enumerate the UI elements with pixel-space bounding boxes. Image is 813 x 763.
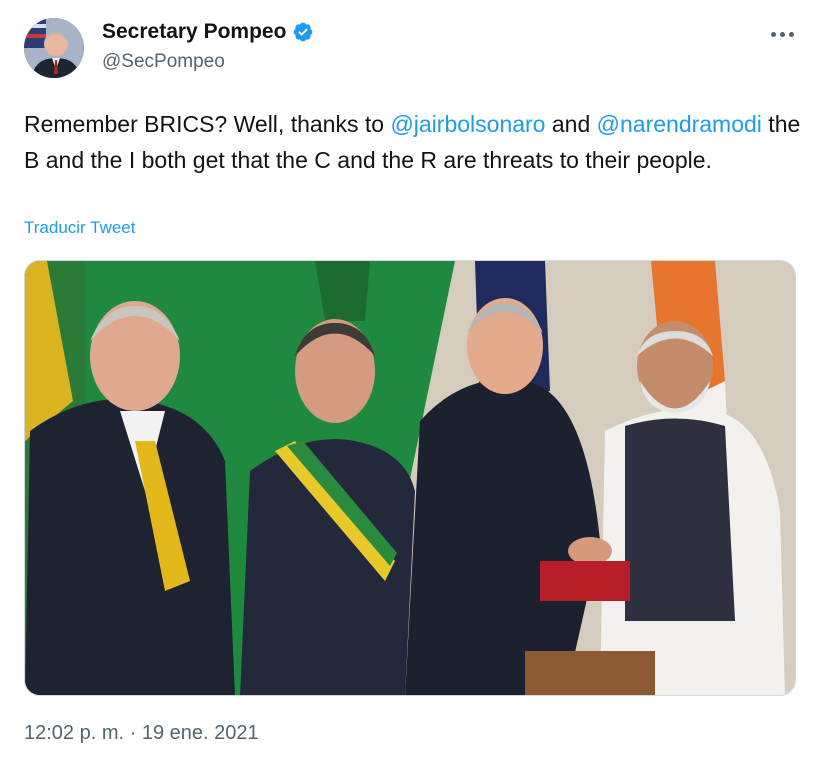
more-dot [770, 31, 776, 37]
more-options-icon[interactable] [765, 22, 799, 46]
tweet-text: Remember BRICS? Well, thanks to @jairbol… [24, 106, 804, 178]
translate-tweet-link[interactable]: Traducir Tweet [24, 218, 136, 238]
author-handle[interactable]: @SecPompeo [102, 51, 225, 73]
tweet-timestamp[interactable]: 12:02 p. m. · 19 ene. 2021 [24, 722, 259, 745]
author-display-name[interactable]: Secretary Pompeo [102, 20, 286, 44]
author-avatar[interactable] [24, 18, 84, 78]
photo-collage [25, 261, 795, 695]
mention-link-narendramodi[interactable]: @narendramodi [597, 111, 762, 137]
more-dot [779, 31, 785, 37]
more-dot [788, 31, 794, 37]
verified-badge-icon [294, 22, 313, 42]
tweet-photo[interactable] [24, 260, 796, 696]
author-name-row: Secretary Pompeo [102, 20, 314, 44]
tweet-text-segment: Remember BRICS? Well, thanks to [24, 111, 391, 137]
mention-link-jairbolsonaro[interactable]: @jairbolsonaro [390, 111, 545, 137]
tweet-card: Secretary Pompeo @SecPompeo Remember BRI… [0, 0, 813, 763]
tweet-text-segment: and [545, 111, 597, 137]
